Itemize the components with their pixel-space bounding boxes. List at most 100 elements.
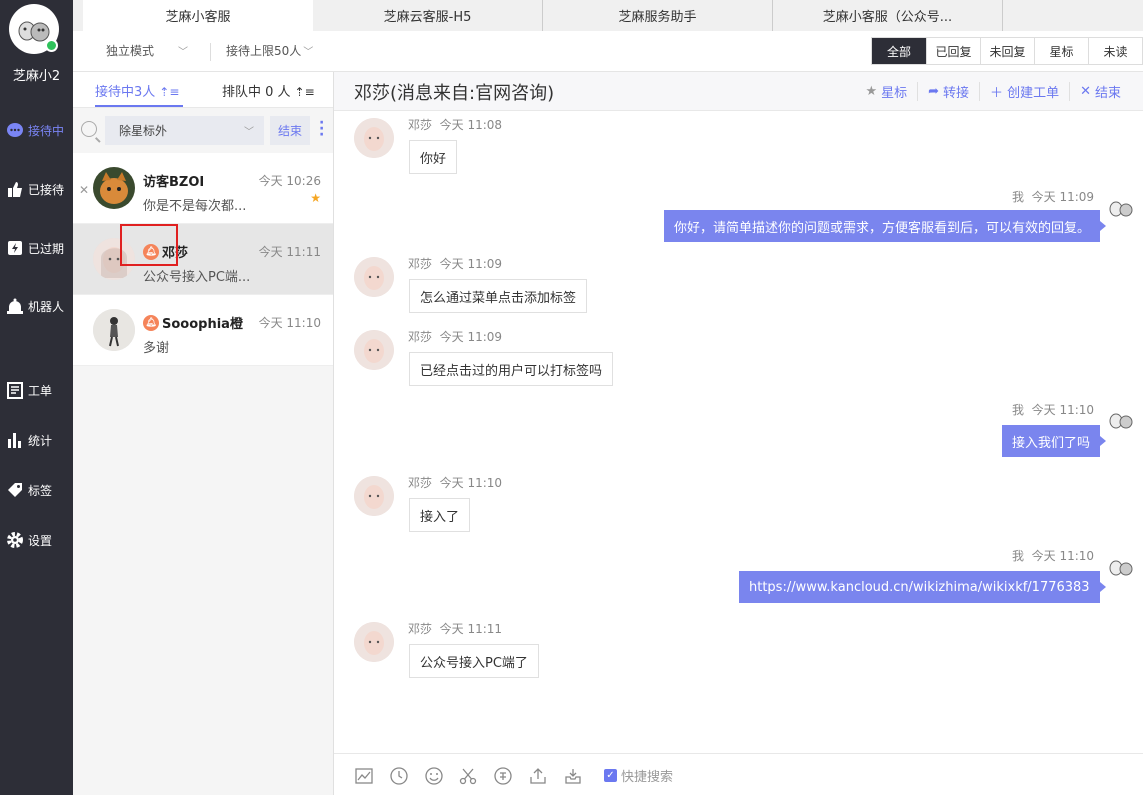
bar-chart-icon [4, 429, 26, 451]
timestamp: 今天 11:10 [1031, 403, 1095, 417]
filter-select-value: 除星标外 [119, 124, 168, 138]
tab-zhima-assistant[interactable]: 芝麻服务助手 [543, 0, 773, 31]
sort-icon[interactable]: ⇡≡ [295, 85, 315, 99]
left-nav: 芝麻小2 接待中 已接待 已过期 机器人 工单 统计 标签 设置 [0, 0, 73, 795]
ticket-icon [4, 379, 26, 401]
timestamp: 今天 11:09 [439, 257, 503, 271]
evaluate-icon[interactable] [492, 765, 514, 787]
star-icon[interactable]: ★ [310, 191, 321, 205]
filter-select[interactable]: 除星标外 ﹀ [105, 116, 264, 145]
plus-icon: ＋ [990, 86, 1004, 101]
scissors-icon[interactable] [457, 765, 479, 787]
nav-item-served[interactable]: 已接待 [0, 175, 73, 203]
filter-unread[interactable]: 未读 [1088, 38, 1142, 64]
username: 芝麻小2 [12, 69, 61, 84]
agent-avatar-icon [1108, 410, 1138, 432]
list-search-bar: 除星标外 ﹀ 结束 · · · [73, 108, 333, 153]
sub-toolbar: 独立模式 ﹀ 接待上限50人 ﹀ 全部 已回复 未回复 星标 未读 [73, 31, 1143, 72]
star-label: 星标 [881, 86, 908, 101]
nav-item-serving[interactable]: 接待中 [0, 116, 73, 144]
timestamp: 今天 11:10 [439, 476, 503, 490]
end-chat-button[interactable]: ✕ 结束 [1069, 82, 1131, 101]
avatar [354, 330, 394, 370]
nav-label: 接待中 [28, 123, 65, 138]
message-meta: 我 今天 11:10 [1012, 547, 1094, 564]
message-meta: 我 今天 11:09 [1012, 188, 1094, 205]
nav-item-expired[interactable]: 已过期 [0, 234, 73, 262]
conversation-time: 今天 11:11 [258, 245, 321, 259]
end-chat-label: 结束 [1094, 86, 1121, 101]
mode-dropdown[interactable]: 独立模式 ﹀ [106, 42, 188, 59]
emoji-icon[interactable] [423, 765, 445, 787]
list-item[interactable]: 🔔︎ 邓莎 今天 11:11 公众号接入PC端... [73, 224, 333, 295]
avatar [354, 257, 394, 297]
nav-item-tags[interactable]: 标签 [0, 476, 73, 504]
tab-zhima-yun-h5[interactable]: 芝麻云客服-H5 [313, 0, 543, 31]
tag-icon [4, 479, 26, 501]
nav-item-robot[interactable]: 机器人 [0, 292, 73, 320]
robot-icon [4, 295, 26, 317]
tab-queue[interactable]: 排队中 0 人 ⇡≡ [222, 81, 315, 100]
message-bubble: 怎么通过菜单点击添加标签 [409, 279, 588, 313]
clock-icon[interactable] [388, 765, 410, 787]
tab-zhima-wechat[interactable]: 芝麻小客服（公众号... [773, 0, 1003, 31]
search-icon[interactable] [81, 121, 97, 137]
expired-icon [4, 237, 26, 259]
timestamp: 今天 11:08 [439, 118, 503, 132]
transfer-button[interactable]: ➦ 转接 [917, 82, 979, 101]
nav-label: 已过期 [28, 241, 65, 256]
chart-icon[interactable] [353, 765, 375, 787]
nav-label: 已接待 [28, 182, 65, 197]
close-icon[interactable]: ✕ [79, 183, 89, 197]
avatar [93, 167, 135, 209]
inbox-icon[interactable] [562, 765, 584, 787]
nav-item-settings[interactable]: 设置 [0, 526, 73, 554]
star-button[interactable]: ★ 星标 [855, 82, 917, 101]
quick-search-toggle[interactable]: ✓ 快捷搜索 [604, 766, 673, 785]
more-icon[interactable]: · · · [319, 116, 324, 142]
chat-bubble-icon [4, 119, 26, 141]
timestamp: 今天 11:09 [1031, 190, 1095, 204]
filter-starred[interactable]: 星标 [1034, 38, 1088, 64]
chat-title: 邓莎(消息来自:官网咨询) [354, 83, 555, 104]
list-tabs: 接待中3人 ⇡≡ 排队中 0 人 ⇡≡ [73, 72, 333, 108]
message-link-bubble[interactable]: https://www.kancloud.cn/wikizhima/wikixk… [739, 571, 1106, 603]
nav-item-stats[interactable]: 统计 [0, 426, 73, 454]
limit-dropdown[interactable]: 接待上限50人 ﹀ [226, 42, 313, 59]
list-item[interactable]: 🔔︎ Sooophia橙 今天 11:10 多谢 [73, 295, 333, 366]
message-bubble: 接入了 [409, 498, 471, 532]
nav-item-ticket[interactable]: 工单 [0, 376, 73, 404]
upload-icon[interactable] [527, 765, 549, 787]
create-ticket-button[interactable]: ＋创建工单 [979, 82, 1069, 101]
chat-actions: ★ 星标 ➦ 转接 ＋创建工单 ✕ 结束 [855, 82, 1131, 101]
message-bubble: 你好，请简单描述你的问题或需求，方便客服看到后，可以有效的回复。 [664, 210, 1107, 242]
avatar [93, 309, 135, 351]
list-item[interactable]: ✕ 访客BZOI 今天 10:26 你是不是每次都... ★ [73, 153, 333, 224]
nav-label: 设置 [28, 533, 53, 548]
sender: 邓莎 [408, 330, 433, 344]
filter-unreplied[interactable]: 未回复 [980, 38, 1034, 64]
reply-filter-group: 全部 已回复 未回复 星标 未读 [871, 37, 1143, 65]
tab-queue-label: 排队中 0 人 [222, 85, 291, 100]
close-icon: ✕ [1080, 84, 1091, 99]
sort-icon[interactable]: ⇡≡ [159, 85, 179, 99]
sender: 我 [1012, 190, 1025, 204]
limit-label: 接待上限50人 [226, 44, 302, 58]
chevron-down-icon: ﹀ [178, 47, 189, 58]
message-bubble: 你好 [409, 140, 458, 174]
message-meta: 邓莎 今天 11:09 [408, 328, 502, 345]
tab-zhima-xiao[interactable]: 芝麻小客服 [83, 0, 313, 31]
timestamp: 今天 11:10 [1031, 549, 1095, 563]
checkbox-checked-icon[interactable]: ✓ [604, 769, 617, 782]
nav-label: 统计 [28, 433, 53, 448]
sender: 我 [1012, 403, 1025, 417]
filter-all[interactable]: 全部 [872, 38, 926, 64]
message-meta: 邓莎 今天 11:11 [408, 620, 502, 637]
tab-serving[interactable]: 接待中3人 ⇡≡ [95, 81, 179, 100]
end-button[interactable]: 结束 [270, 116, 310, 145]
conversation-time: 今天 10:26 [258, 174, 321, 188]
filter-replied[interactable]: 已回复 [926, 38, 980, 64]
app-tabs: 芝麻小客服 芝麻云客服-H5 芝麻服务助手 芝麻小客服（公众号... [73, 0, 1143, 31]
message-meta: 邓莎 今天 11:10 [408, 474, 502, 491]
conversation-list: 接待中3人 ⇡≡ 排队中 0 人 ⇡≡ 除星标外 ﹀ 结束 · · · ✕ 访客BZOI… [73, 72, 334, 795]
